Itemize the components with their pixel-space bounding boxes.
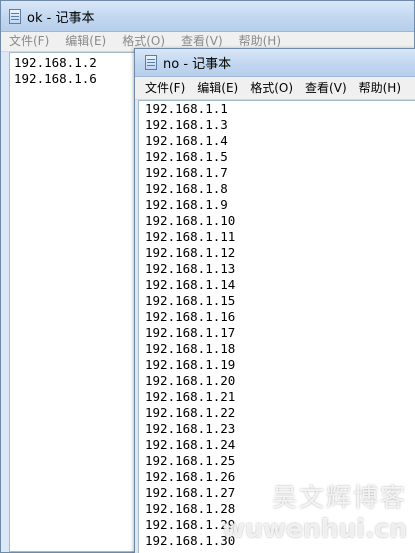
menu-view[interactable]: 查看(V): [299, 77, 353, 99]
text-line: 192.168.1.8: [145, 181, 228, 196]
notepad-icon: [9, 8, 21, 24]
text-line: 192.168.1.23: [145, 421, 236, 436]
text-line: 192.168.1.9: [145, 197, 228, 212]
menu-bar: 文件(F) 编辑(E) 格式(O) 查看(V) 帮助(H): [135, 77, 415, 100]
text-line: 192.168.1.17: [145, 325, 236, 340]
window-title: no - 记事本: [163, 57, 232, 72]
text-line: 192.168.1.2: [14, 55, 97, 70]
text-line: 192.168.1.14: [145, 277, 236, 292]
notepad-icon: [145, 55, 157, 70]
text-line: 192.168.1.16: [145, 309, 236, 324]
text-line: 192.168.1.24: [145, 437, 236, 452]
text-line: 192.168.1.18: [145, 341, 236, 356]
watermark-url: wuwenhui.cn: [221, 514, 407, 543]
title-bar[interactable]: ok - 记事本: [1, 1, 414, 32]
text-line: 192.168.1.10: [145, 213, 236, 228]
title-bar[interactable]: no - 记事本: [135, 49, 415, 77]
text-line: 192.168.1.22: [145, 405, 236, 420]
watermark: 吴文辉博客 wuwenhui.cn: [222, 478, 407, 543]
text-line: 192.168.1.1: [145, 101, 228, 116]
text-line: 192.168.1.5: [145, 149, 228, 164]
text-line: 192.168.1.7: [145, 165, 228, 180]
text-line: 192.168.1.4: [145, 133, 228, 148]
text-line: 192.168.1.15: [145, 293, 236, 308]
menu-help[interactable]: 帮助(H): [353, 77, 407, 99]
text-line: 192.168.1.20: [145, 373, 236, 388]
menu-edit[interactable]: 编辑(E): [191, 77, 244, 99]
menu-edit[interactable]: 编辑(E): [57, 32, 114, 51]
window-title: ok - 记事本: [27, 10, 95, 26]
menu-file[interactable]: 文件(F): [1, 32, 57, 51]
text-line: 192.168.1.21: [145, 389, 236, 404]
menu-file[interactable]: 文件(F): [139, 77, 191, 99]
text-editor[interactable]: 192.168.1.2 192.168.1.6: [9, 52, 137, 552]
text-line: 192.168.1.25: [145, 453, 236, 468]
text-line: 192.168.1.19: [145, 357, 236, 372]
watermark-title: 吴文辉博客: [271, 483, 407, 512]
text-line: 192.168.1.6: [14, 71, 97, 86]
text-line: 192.168.1.11: [145, 229, 236, 244]
text-line: 192.168.1.13: [145, 261, 236, 276]
text-line: 192.168.1.12: [145, 245, 236, 260]
menu-format[interactable]: 格式(O): [244, 77, 299, 99]
text-line: 192.168.1.3: [145, 117, 228, 132]
